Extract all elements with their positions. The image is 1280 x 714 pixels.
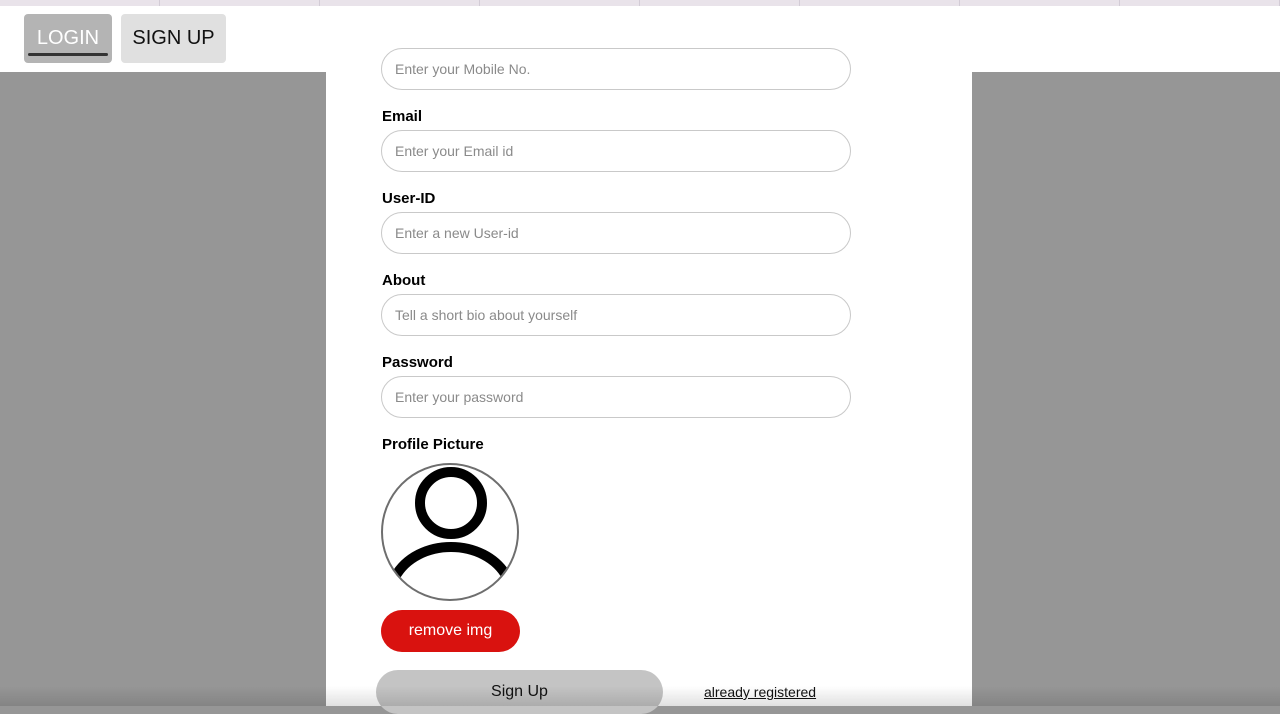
userid-field[interactable]	[381, 212, 851, 254]
active-tab-indicator	[28, 53, 108, 56]
password-label: Password	[382, 354, 453, 371]
profile-picture-preview[interactable]	[381, 463, 519, 601]
profile-picture-label: Profile Picture	[382, 436, 484, 453]
email-label: Email	[382, 108, 423, 125]
signup-tab-button[interactable]: SIGN UP	[121, 14, 226, 63]
about-label: About	[382, 272, 426, 289]
email-field[interactable]	[381, 130, 851, 172]
already-registered-link[interactable]: already registered	[704, 684, 816, 700]
user-avatar-icon	[390, 467, 512, 580]
userid-label: User-ID	[382, 190, 436, 207]
about-field[interactable]	[381, 294, 851, 336]
signup-form-panel: Email User-ID About Password Profile Pic…	[326, 48, 972, 714]
remove-image-button[interactable]: remove img	[381, 610, 520, 652]
login-tab-label: LOGIN	[36, 27, 100, 49]
login-tab-button[interactable]: LOGIN	[24, 14, 112, 63]
password-field[interactable]	[381, 376, 851, 418]
signup-submit-button[interactable]: Sign Up	[376, 670, 663, 714]
mobile-field[interactable]	[381, 48, 851, 90]
signup-tab-label: SIGN UP	[132, 27, 215, 49]
